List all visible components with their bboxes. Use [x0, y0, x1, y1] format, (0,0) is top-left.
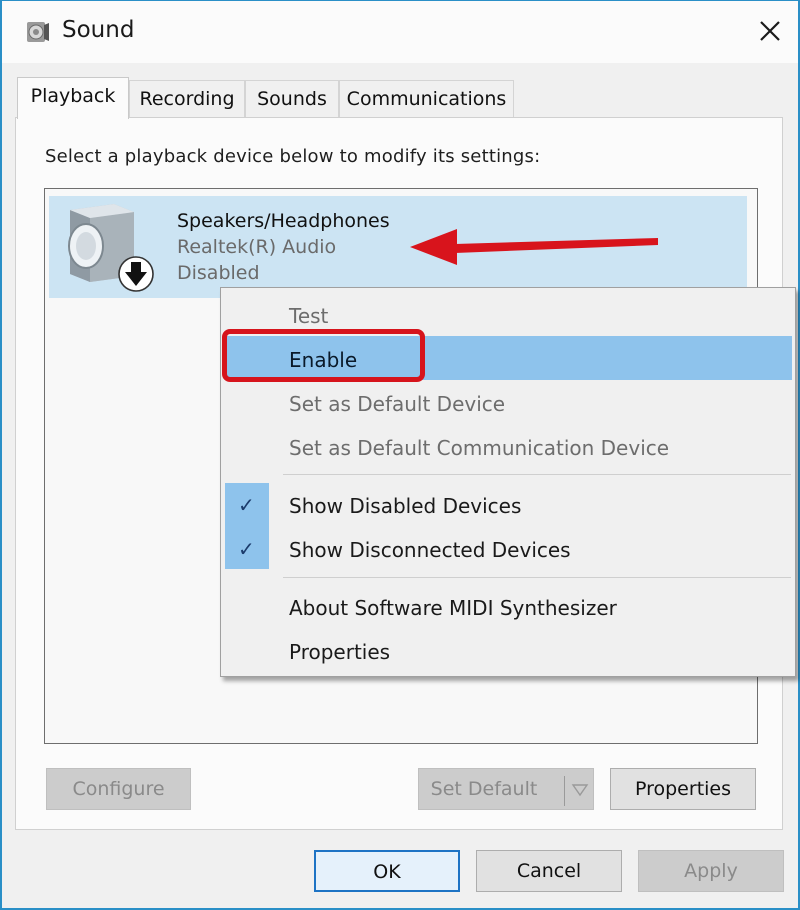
ok-button[interactable]: OK: [314, 850, 460, 892]
checkmark-icon: ✓: [238, 537, 255, 561]
cancel-button[interactable]: Cancel: [476, 850, 622, 892]
menu-item-show-disconnected-devices[interactable]: Show Disconnected Devices: [226, 526, 792, 570]
menu-item-set-default-communication-device[interactable]: Set as Default Communication Device: [226, 424, 792, 468]
menu-item-show-disabled-devices[interactable]: Show Disabled Devices: [226, 482, 792, 526]
menu-separator: [283, 577, 791, 578]
title-bar: Sound: [2, 1, 798, 63]
tab-communications[interactable]: Communications: [339, 80, 514, 118]
checkmark-icon: ✓: [238, 493, 255, 517]
annotation-arrow-icon: [410, 229, 658, 265]
properties-button[interactable]: Properties: [610, 768, 756, 810]
speaker-icon: [68, 204, 154, 292]
set-default-button[interactable]: Set Default: [418, 768, 594, 810]
sound-app-icon: [27, 22, 49, 42]
apply-button[interactable]: Apply: [638, 850, 784, 892]
tab-sounds[interactable]: Sounds: [245, 80, 339, 118]
menu-item-set-default-device[interactable]: Set as Default Device: [226, 380, 792, 424]
dropdown-arrow-icon[interactable]: [569, 780, 591, 800]
tab-playback[interactable]: Playback: [17, 77, 129, 119]
close-button[interactable]: [750, 11, 790, 51]
tab-recording[interactable]: Recording: [129, 80, 245, 118]
configure-button[interactable]: Configure: [46, 768, 191, 810]
device-driver: Realtek(R) Audio: [177, 236, 337, 258]
menu-separator: [283, 474, 791, 475]
annotation-highlight-box: [222, 329, 425, 382]
instructions-text: Select a playback device below to modify…: [45, 146, 541, 167]
menu-item-about-midi-synthesizer[interactable]: About Software MIDI Synthesizer: [226, 584, 792, 628]
menu-item-properties[interactable]: Properties: [226, 628, 792, 672]
window-title: Sound: [62, 17, 135, 43]
split-button-separator: [564, 776, 565, 806]
device-status: Disabled: [177, 262, 260, 284]
device-name: Speakers/Headphones: [177, 210, 390, 232]
down-arrow-icon: [118, 256, 154, 292]
